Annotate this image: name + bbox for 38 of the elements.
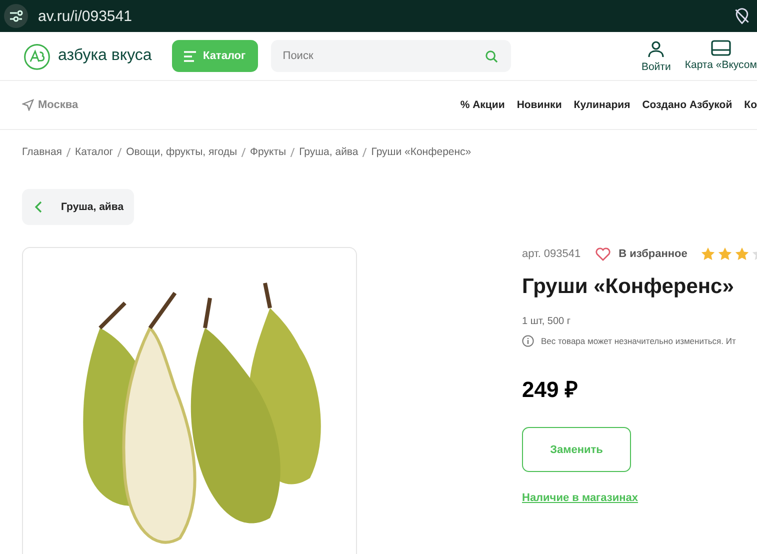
info-icon — [522, 335, 534, 347]
star-icon — [701, 247, 716, 261]
breadcrumb-link[interactable]: Груши «Конференс» — [371, 146, 472, 158]
header-link[interactable]: Карта «Вкусом — [684, 58, 757, 70]
breadcrumb-link[interactable]: Фрукты — [250, 146, 286, 158]
breadcrumb-link[interactable]: Груша, айва — [299, 146, 358, 158]
breadcrumb-link[interactable]: Каталог — [74, 146, 114, 158]
star-icon — [735, 247, 750, 261]
chevron-left-icon — [34, 201, 42, 213]
nav-link[interactable]: Новинки — [516, 99, 562, 111]
back-button[interactable]: Груша, айва — [22, 189, 134, 225]
search-icon — [484, 50, 498, 63]
site-settings-icon[interactable] — [4, 4, 28, 28]
location-off-icon[interactable] — [733, 7, 751, 25]
logo-icon[interactable] — [22, 41, 52, 71]
article-number: арт. 093541 — [522, 248, 581, 260]
search-field[interactable]: Поиск — [270, 40, 511, 72]
nav-link[interactable]: % Акции — [460, 99, 505, 111]
product-title: Груши «Конференс» — [522, 275, 735, 299]
package-size: 1 шт, 500 г — [522, 316, 572, 327]
favorite-link[interactable]: В избранное — [618, 248, 688, 260]
city-link[interactable]: Москва — [38, 99, 78, 111]
url-text[interactable]: av.ru/i/093541 — [38, 8, 733, 24]
menu-icon — [184, 50, 196, 62]
star-icon — [718, 247, 732, 261]
nav-link[interactable]: Ко — [744, 99, 757, 111]
user-icon[interactable] — [647, 40, 666, 58]
header-link[interactable]: Войти — [641, 60, 671, 72]
nav-link[interactable]: Создано Азбукой — [642, 99, 732, 111]
location-arrow-icon — [22, 99, 34, 111]
breadcrumb-link[interactable]: Овощи, фрукты, ягоды — [126, 146, 238, 158]
heart-icon[interactable] — [594, 247, 611, 261]
nav-link[interactable]: Кулинария — [574, 99, 630, 111]
breadcrumb-link[interactable]: Главная — [22, 146, 62, 158]
card-icon[interactable] — [710, 40, 731, 56]
logo-text[interactable]: азбука вкуса — [58, 47, 152, 65]
product-price: 249 ₽ — [522, 376, 579, 403]
weight-note: Вес товара может незначительно измениться. Ит — [541, 336, 736, 346]
